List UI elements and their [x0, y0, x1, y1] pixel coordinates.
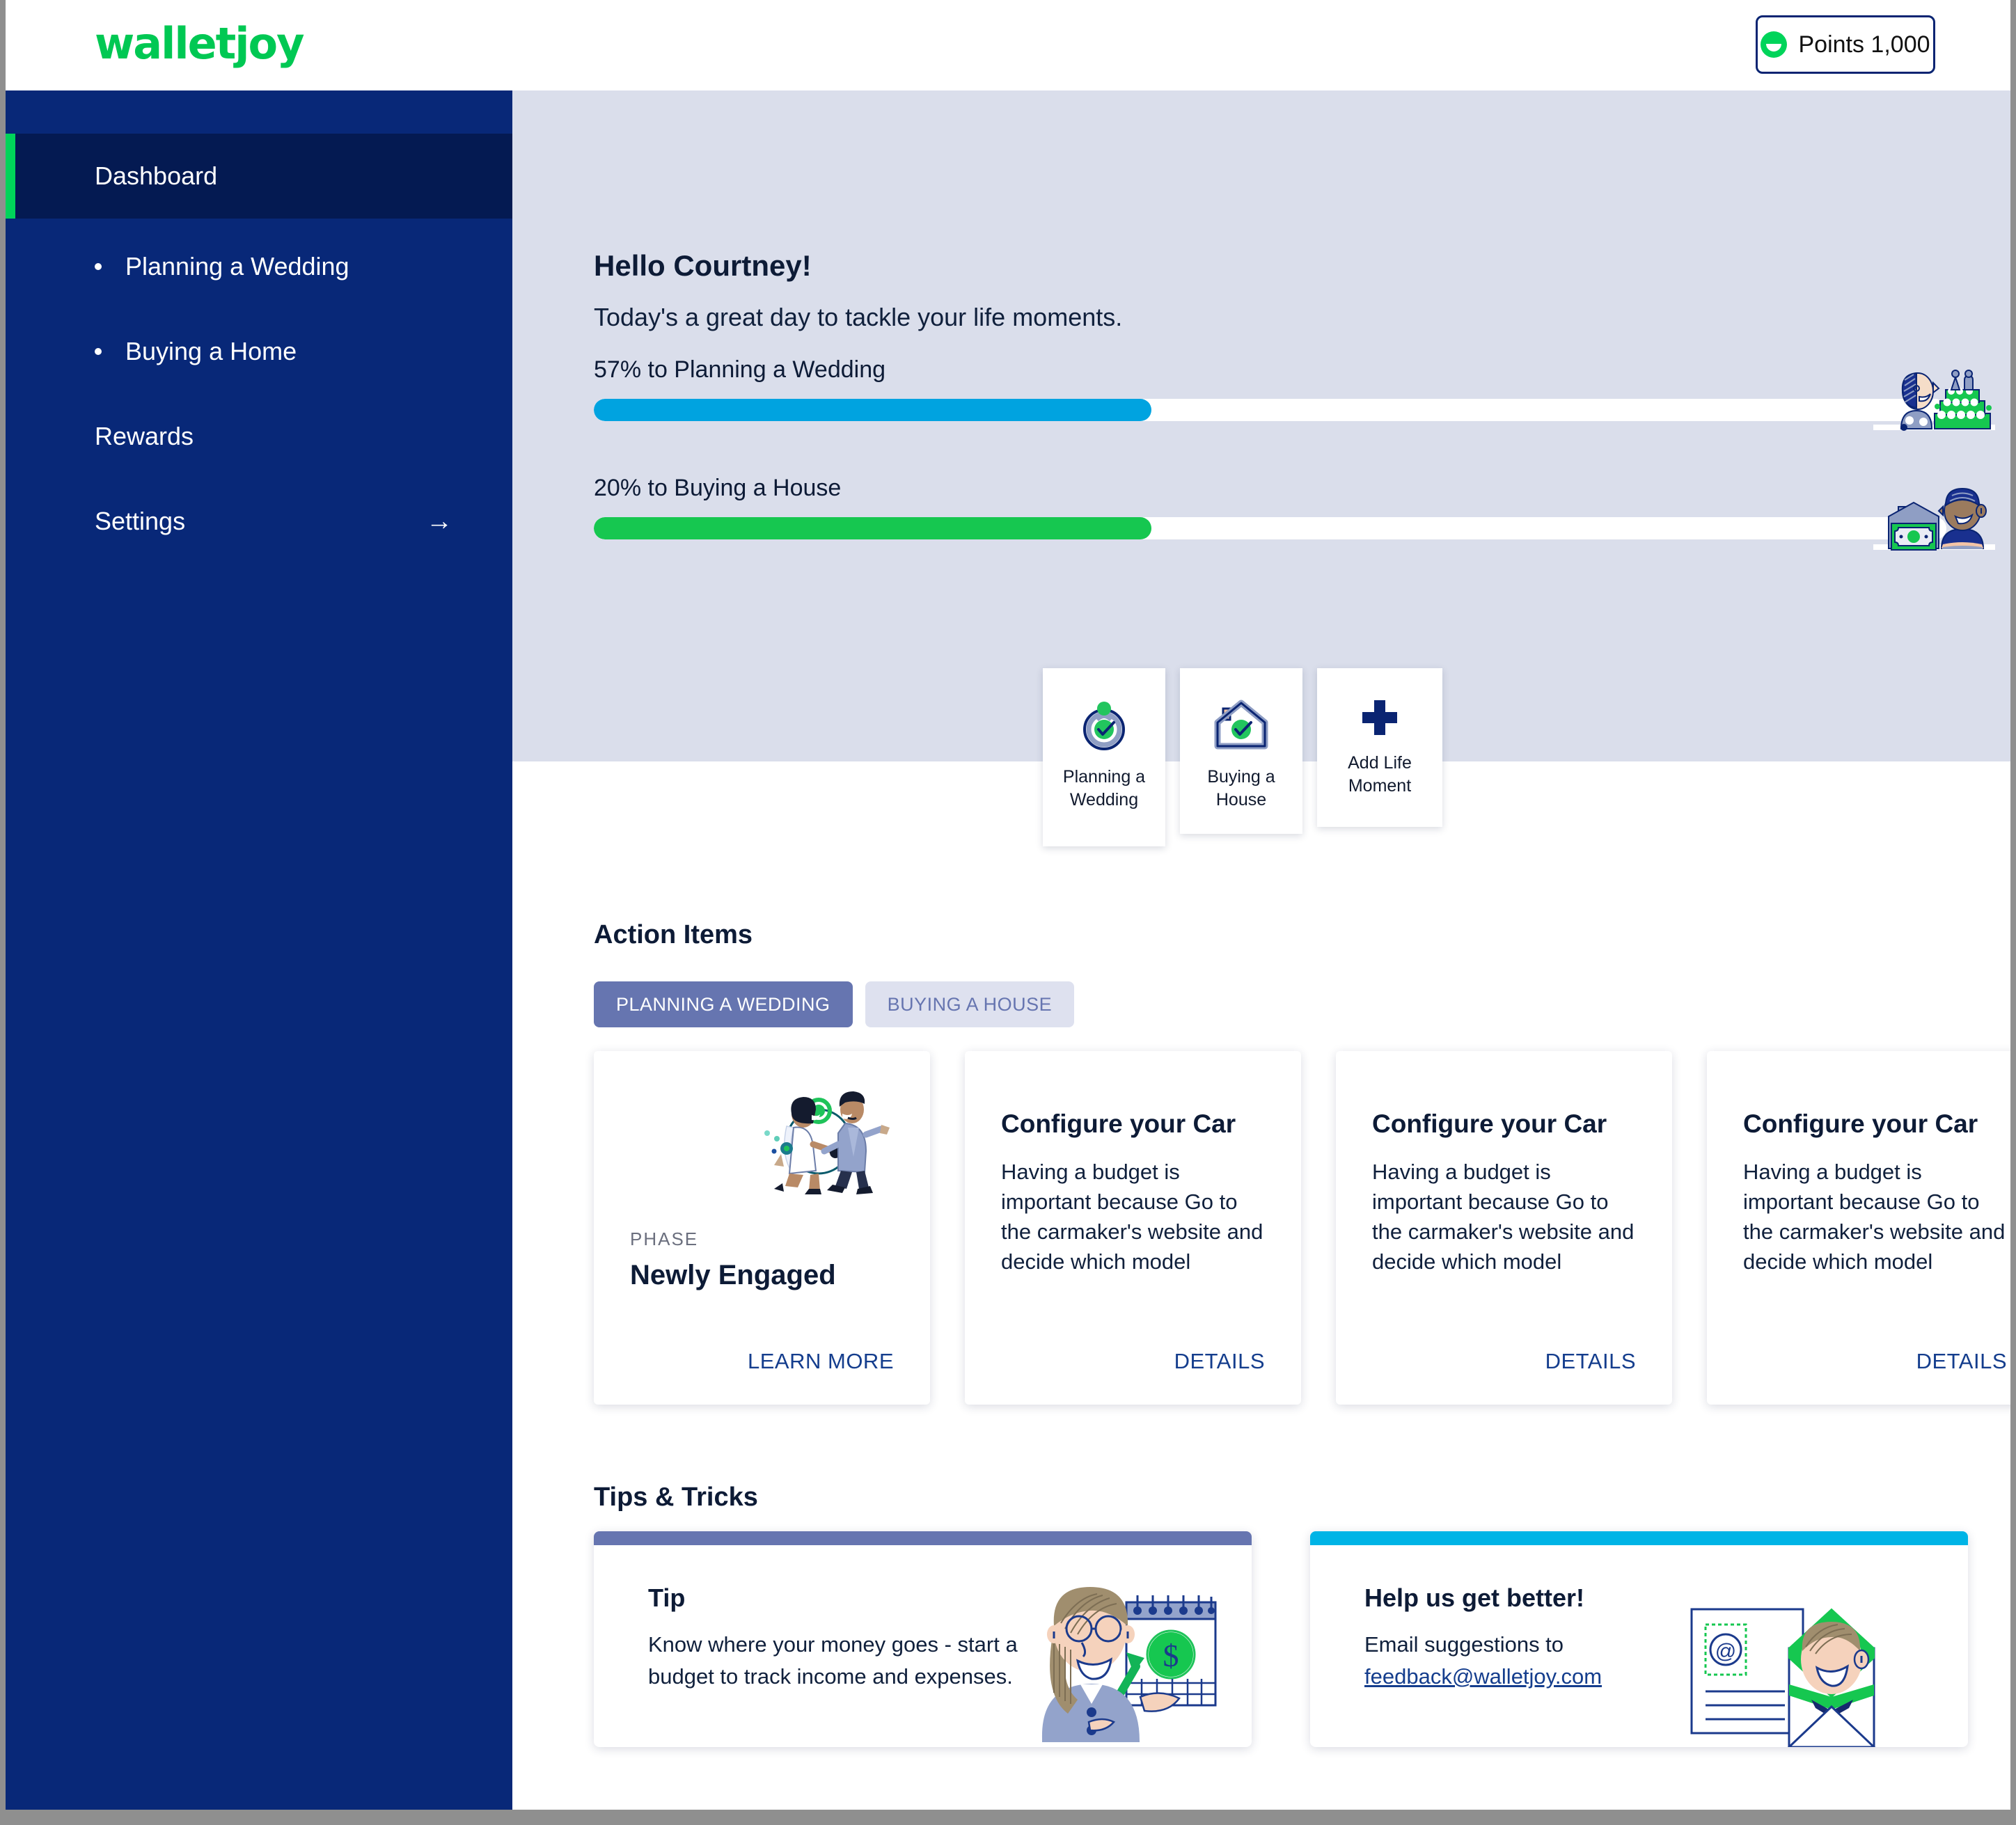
action-card-body: Having a budget is important because Go … — [1372, 1160, 1635, 1274]
tip-card[interactable]: Tip Know where your money goes - start a… — [594, 1531, 1252, 1747]
progress-fill — [594, 517, 1151, 539]
ring-check-icon — [1072, 692, 1136, 756]
quick-action-label: Buying a House — [1207, 767, 1275, 809]
action-items-heading: Action Items — [594, 920, 753, 949]
quick-action-label: Planning a Wedding — [1062, 767, 1146, 809]
progress-house: 20% to Buying a House — [594, 475, 1946, 539]
sidebar-item-label: Buying a Home — [125, 337, 297, 365]
tab-planning-a-wedding[interactable]: PLANNING A WEDDING — [594, 981, 853, 1027]
tip-card-heading: Tip — [648, 1583, 686, 1612]
sidebar-item-buying-a-home[interactable]: Buying a Home — [6, 309, 512, 394]
phase-card[interactable]: PHASE Newly Engaged LEARN MORE — [594, 1051, 930, 1405]
house-check-icon — [1209, 692, 1273, 756]
action-items-tabs: PLANNING A WEDDING BUYING A HOUSE — [594, 981, 1075, 1027]
tip-accent-bar — [1310, 1531, 1968, 1545]
quick-action-buying-a-house[interactable]: Buying a House — [1180, 668, 1302, 834]
progress-track — [594, 399, 1946, 421]
sidebar: Dashboard Planning a Wedding Buying a Ho… — [6, 90, 512, 1810]
sidebar-item-planning-a-wedding[interactable]: Planning a Wedding — [6, 224, 512, 309]
quick-action-planning-a-wedding[interactable]: Planning a Wedding — [1043, 668, 1165, 846]
points-badge[interactable]: Points 1,000 — [1756, 15, 1935, 74]
sidebar-item-label: Settings — [95, 507, 186, 535]
svg-text:$: $ — [1163, 1638, 1179, 1673]
sidebar-top-spacer — [6, 90, 512, 134]
wedding-couple-illustration — [743, 1084, 894, 1196]
page-title: Hello Courtney! — [594, 249, 812, 282]
details-link[interactable]: DETAILS — [1916, 1349, 2007, 1374]
walletjoy-logo[interactable]: walletjoy — [95, 19, 305, 68]
action-card-title: Configure your Car — [1372, 1109, 1607, 1138]
action-card-title: Configure your Car — [1743, 1109, 1978, 1138]
learn-more-link[interactable]: LEARN MORE — [748, 1349, 894, 1374]
bullet-icon — [95, 348, 102, 355]
progress-wedding: 57% to Planning a Wedding — [594, 356, 1946, 421]
phase-value: Newly Engaged — [630, 1260, 836, 1290]
phase-kicker: PHASE — [630, 1228, 699, 1249]
feedback-email-link[interactable]: feedback@walletjoy.com — [1364, 1664, 1602, 1689]
app-viewport: walletjoy Points 1,000 Dashboard Plannin… — [6, 0, 2010, 1810]
sidebar-item-rewards[interactable]: Rewards — [6, 394, 512, 479]
house-money-illustration — [1873, 486, 1995, 552]
bullet-icon — [95, 263, 102, 270]
action-card[interactable]: Configure your Car Having a budget is im… — [1336, 1051, 1672, 1405]
main-content: Hello Courtney! Today's a great day to t… — [512, 90, 2010, 1810]
progress-label: 20% to Buying a House — [594, 475, 842, 501]
woman-budget-chart-illustration: $ — [1022, 1574, 1231, 1747]
action-card-body: Having a budget is important because Go … — [1743, 1160, 2006, 1274]
action-card[interactable]: Configure your Car Having a budget is im… — [1707, 1051, 2010, 1405]
envelope-person-illustration: @ — [1679, 1581, 1944, 1747]
progress-track — [594, 517, 1946, 539]
tab-buying-a-house[interactable]: BUYING A HOUSE — [865, 981, 1075, 1027]
sidebar-item-dashboard[interactable]: Dashboard — [6, 134, 512, 219]
arrow-right-icon: → — [426, 507, 452, 536]
svg-text:@: @ — [1715, 1640, 1736, 1663]
action-card-title: Configure your Car — [1001, 1109, 1236, 1138]
tip-accent-bar — [594, 1531, 1252, 1545]
tip-card-text: Know where your money goes - start a bud… — [648, 1632, 1018, 1689]
progress-fill — [594, 399, 1151, 421]
hero-subtitle: Today's a great day to tackle your life … — [594, 303, 1123, 331]
action-card[interactable]: Configure your Car Having a budget is im… — [965, 1051, 1301, 1405]
sidebar-item-label: Rewards — [95, 422, 194, 450]
feedback-text-prefix: Email suggestions to — [1364, 1632, 1564, 1657]
details-link[interactable]: DETAILS — [1545, 1349, 1636, 1374]
action-card-body: Having a budget is important because Go … — [1001, 1160, 1263, 1274]
top-bar: walletjoy Points 1,000 — [6, 0, 2010, 90]
points-label: Points 1,000 — [1798, 31, 1930, 58]
sidebar-item-label: Dashboard — [95, 161, 218, 190]
progress-label: 57% to Planning a Wedding — [594, 356, 886, 383]
sidebar-item-settings[interactable]: Settings → — [6, 479, 512, 564]
quick-action-cards: Planning a Wedding Buying a House Add Li… — [1043, 668, 1442, 846]
plus-icon — [1348, 692, 1412, 742]
details-link[interactable]: DETAILS — [1174, 1349, 1265, 1374]
feedback-card-heading: Help us get better! — [1364, 1583, 1585, 1612]
feedback-card[interactable]: Help us get better! Email suggestions to… — [1310, 1531, 1968, 1747]
wedding-cake-illustration — [1873, 368, 1995, 434]
sidebar-item-label: Planning a Wedding — [125, 252, 349, 281]
points-coin-icon — [1761, 31, 1788, 58]
tips-heading: Tips & Tricks — [594, 1483, 758, 1512]
action-items-cards: PHASE Newly Engaged LEARN MORE Configure… — [594, 1051, 2010, 1405]
quick-action-add-life-moment[interactable]: Add Life Moment — [1317, 668, 1442, 827]
quick-action-label: Add Life Moment — [1348, 753, 1412, 796]
hero-panel: Hello Courtney! Today's a great day to t… — [512, 90, 2010, 761]
